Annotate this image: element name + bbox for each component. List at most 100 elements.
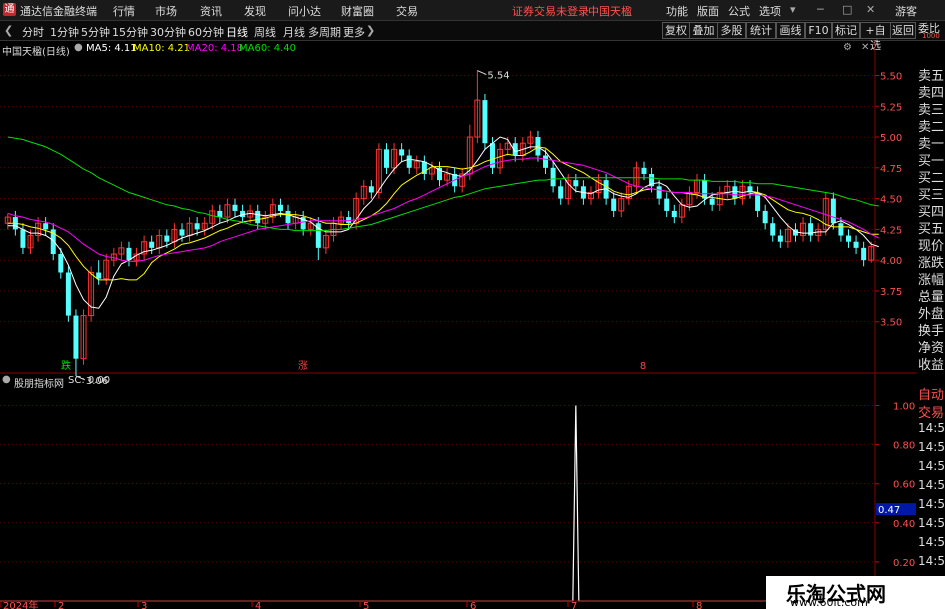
toolbar-button-4[interactable]: 画线	[776, 22, 805, 39]
candle-body-down	[543, 155, 549, 168]
period-tab-8[interactable]: 月线	[283, 24, 305, 40]
toolbar-button-5[interactable]: F10	[805, 22, 832, 39]
toolbar-button-0[interactable]: 复权	[662, 22, 690, 39]
indicator-info-bar: ● 股朋指标网 SC: 0.00	[0, 374, 300, 390]
ma-line-ma20	[7, 157, 880, 262]
price-tick-label: 5.00	[880, 133, 902, 144]
menu-ask[interactable]: 问小达	[288, 3, 321, 19]
chart-area[interactable]: 5.50 5.25 5.00 4.75 4.50 4.25 4.00 3.75 3.50 5.54…	[0, 41, 945, 609]
price-tick-label: 3.50	[880, 318, 902, 329]
candle-body-down	[838, 223, 844, 236]
ma-line-ma5	[7, 136, 879, 309]
candle-body-down	[777, 235, 783, 242]
side-bottom-label-0[interactable]: 自动	[918, 384, 944, 403]
close-icon[interactable]: ✕	[866, 3, 875, 16]
ma-line-ma60	[7, 136, 879, 232]
menu-news[interactable]: 资讯	[200, 3, 222, 19]
period-tab-1[interactable]: 1分钟	[50, 24, 79, 40]
toolbar-button-3[interactable]: 统计	[746, 22, 776, 39]
toolbar-button-6[interactable]: 标记	[832, 22, 860, 39]
price-tick-label: 3.75	[880, 287, 902, 298]
side-bottom-label-2[interactable]: 14:56	[918, 421, 945, 435]
period-tab-2[interactable]: 5分钟	[81, 24, 110, 40]
event-marker: 8	[640, 361, 646, 372]
side-bottom-label-1[interactable]: 交易	[918, 402, 944, 421]
candle-body-down	[217, 210, 223, 218]
ind-value-badge-text: 0.47	[878, 505, 900, 516]
side-bottom-label-7[interactable]: 14:56	[918, 516, 945, 530]
info-toggle-icon[interactable]: ●	[74, 42, 83, 53]
side-bottom-label-5[interactable]: 14:56	[918, 478, 945, 492]
candle-body-down	[762, 210, 768, 224]
period-tab-7[interactable]: 周线	[254, 24, 276, 40]
candle-body-down	[845, 235, 851, 242]
candle-body-down	[732, 186, 738, 199]
candle-body-down	[558, 186, 564, 199]
candle-body-down	[179, 229, 185, 236]
ind-tick-label: 0.20	[893, 558, 915, 569]
maximize-icon[interactable]: □	[842, 3, 852, 16]
menu-formula[interactable]: 公式	[728, 3, 750, 19]
trade-login-notice[interactable]: 证券交易未登录	[512, 3, 589, 19]
side-bottom-label-8[interactable]: 14:56	[918, 535, 945, 549]
menu-layout[interactable]: 版面	[697, 3, 719, 19]
menu-bar: 通 通达信金融终端 行情 市场 资讯 发现 问小达 财富圈 交易 证券交易未登录…	[0, 0, 945, 21]
candle-body-down	[399, 149, 405, 156]
menu-options[interactable]: 选项	[759, 3, 781, 19]
high-pointer	[477, 70, 487, 76]
x-tick-label: 4	[255, 601, 261, 609]
period-tab-10[interactable]: 更多	[343, 24, 365, 40]
side-bottom-label-3[interactable]: 14:56	[918, 440, 945, 454]
candle-body-down	[611, 198, 617, 211]
ind-tick-label: 0.40	[893, 519, 915, 530]
period-toolbar: ❮ 分时 1分钟 5分钟 15分钟 30分钟 60分钟 日线 周线 月线 多周期 更多 ❯ 复权 叠加…	[0, 21, 945, 52]
side-bottom-label-6[interactable]: 14:56	[918, 497, 945, 511]
settings-gear-icon[interactable]: ⚙	[843, 42, 852, 53]
candle-body-down	[73, 315, 79, 359]
menu-discover[interactable]: 发现	[244, 3, 266, 19]
sc-indicator-line	[0, 405, 875, 602]
ma60-value: MA60: 4.40	[239, 43, 297, 54]
candle-body-down	[43, 223, 49, 230]
x-tick-label: 2024年	[3, 599, 38, 609]
toolbar-button-8[interactable]: 返回	[890, 22, 916, 39]
more-chevron-icon[interactable]: ❯	[366, 24, 375, 37]
candle-body-down	[664, 198, 670, 211]
period-tab-9[interactable]: 多周期	[308, 24, 341, 40]
candle-body-down	[770, 223, 776, 236]
ind-tick-label: 0.60	[893, 480, 915, 491]
menu-wealth[interactable]: 财富圈	[341, 3, 374, 19]
candle-body-down	[149, 241, 155, 248]
candle-body-down	[368, 186, 374, 193]
toolbar-button-2[interactable]: 多股	[717, 22, 746, 39]
menu-chevron-icon[interactable]: ▾	[790, 3, 796, 16]
price-tick-label: 4.25	[880, 225, 902, 236]
minimize-icon[interactable]: ─	[817, 3, 824, 16]
period-tab-3[interactable]: 15分钟	[112, 24, 148, 40]
toolbar-button-7[interactable]: +自选	[860, 22, 891, 52]
candle-body-down	[58, 254, 64, 273]
ma10-value: MA10: 4.21	[133, 43, 191, 54]
candle-body-down	[232, 204, 238, 211]
candle-body-down	[164, 235, 170, 242]
chart-close-icon[interactable]: ✕	[861, 42, 869, 53]
menu-function[interactable]: 功能	[666, 3, 688, 19]
menu-quotes[interactable]: 行情	[113, 3, 135, 19]
side-label-18: 收益	[918, 358, 945, 373]
period-tab-0[interactable]: 分时	[22, 24, 44, 40]
toolbar-button-1[interactable]: 叠加	[689, 22, 718, 39]
period-tab-4[interactable]: 30分钟	[150, 24, 186, 40]
period-tab-5[interactable]: 60分钟	[188, 24, 224, 40]
period-tab-6[interactable]: 日线	[226, 24, 248, 40]
ind-tick-label: 0.80	[893, 441, 915, 452]
back-arrow-icon[interactable]: ❮	[4, 24, 13, 37]
menu-market[interactable]: 市场	[155, 3, 177, 19]
indicator-toggle-icon[interactable]: ●	[2, 374, 11, 385]
side-bottom-label-9[interactable]: 14:56	[918, 554, 945, 568]
user-guest[interactable]: 游客	[895, 3, 917, 19]
candle-body-down	[20, 229, 26, 248]
candle-body-down	[406, 155, 412, 168]
side-bottom-label-4[interactable]: 14:56	[918, 459, 945, 473]
menu-trade[interactable]: 交易	[396, 3, 418, 19]
x-tick-label: 6	[470, 601, 476, 609]
